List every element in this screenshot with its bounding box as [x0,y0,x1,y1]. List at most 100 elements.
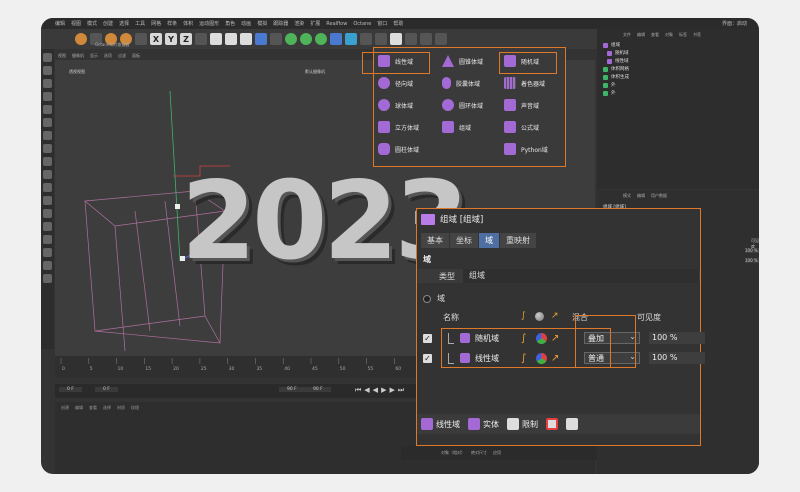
cube-icon[interactable] [255,33,267,45]
material-menu-item[interactable]: 材质 [117,405,125,411]
tool-icon[interactable] [43,222,52,231]
menu-item-python-field[interactable]: Python域 [504,138,548,160]
material-menu-item[interactable]: 编辑 [75,405,83,411]
menu-item[interactable]: 运动图形 [199,20,219,27]
visibility-value[interactable]: 100 % [745,258,759,263]
object-row[interactable]: 外 [597,81,759,89]
menu-item[interactable]: 窗口 [377,20,387,27]
tool-icon[interactable] [43,170,52,179]
menu-item-capsule-field[interactable]: 胶囊体域 [442,72,483,94]
array-icon[interactable] [300,33,312,45]
enable-checkbox[interactable]: ✓ [423,353,432,363]
menu-item-box-field[interactable]: 立方体域 [378,116,419,138]
z-axis-toggle[interactable]: Z [180,33,192,45]
menu-item[interactable]: 网格 [151,20,161,27]
menu-item[interactable]: 样条 [167,20,177,27]
field-icon[interactable] [330,33,342,45]
coord-system-icon[interactable] [195,33,207,45]
visibility-input[interactable]: 100 % [649,332,705,344]
floor-icon[interactable] [345,33,357,45]
menu-item[interactable]: Realflow [326,21,347,27]
menu-item[interactable]: 帮助 [393,20,403,27]
menu-item[interactable]: 模拟 [257,20,267,27]
object-menu-item[interactable]: 标签 [679,32,687,38]
workplane-icon[interactable] [420,33,432,45]
material-menu-item[interactable]: 创建 [61,405,69,411]
new-folder-button[interactable] [566,418,578,430]
object-row[interactable]: 线性域 [597,57,759,65]
pen-icon[interactable] [270,33,282,45]
object-menu-item[interactable]: 文件 [623,32,631,38]
tool-icon[interactable] [43,183,52,192]
tab-coord[interactable]: 坐标 [450,233,478,248]
object-menu-item[interactable]: 编辑 [637,32,645,38]
menu-item[interactable]: 视图 [71,20,81,27]
end-frame[interactable]: 90 F [279,387,305,392]
tool-icon[interactable] [43,235,52,244]
menu-item[interactable]: 角色 [225,20,235,27]
tool-icon[interactable] [43,66,52,75]
object-menu-item[interactable]: 对象 [665,32,673,38]
object-row[interactable]: 组域 [597,41,759,49]
tool-icon[interactable] [43,53,52,62]
tab-basic[interactable]: 基本 [421,233,449,248]
add-solid-layer-button[interactable]: 实体 [468,418,499,430]
tool-icon[interactable] [43,92,52,101]
add-icon[interactable] [135,33,147,45]
tool-icon[interactable] [43,131,52,140]
menu-item[interactable]: 渲染 [294,20,304,27]
apply-button[interactable]: 应用 [493,450,501,456]
menu-item[interactable]: 扩展 [310,20,320,27]
visibility-value[interactable]: 100 % [745,248,759,253]
attribute-menu-item[interactable]: 模式 [623,193,631,199]
material-menu-item[interactable]: 查看 [89,405,97,411]
object-row[interactable]: 随机域 [597,49,759,57]
menu-item[interactable]: 跟踪器 [273,20,288,27]
tab-remap[interactable]: 重映射 [500,233,536,248]
menu-item-shader-field[interactable]: 着色器域 [504,72,548,94]
tool-icon[interactable] [43,274,52,283]
current-frame[interactable]: 0 F [95,387,118,392]
tool-icon[interactable] [43,118,52,127]
tag-icon[interactable] [390,33,402,45]
menu-item[interactable]: 创建 [103,20,113,27]
menu-item-cylinder-field[interactable]: 圆柱体域 [378,138,419,160]
start-frame[interactable]: 0 F [59,387,82,392]
enable-checkbox[interactable]: ✓ [423,333,432,343]
snap-icon[interactable] [405,33,417,45]
object-menu-item[interactable]: 书签 [693,32,701,38]
light-icon[interactable] [375,33,387,45]
field-radio-button[interactable] [423,294,431,303]
x-axis-toggle[interactable]: X [150,33,162,45]
preview-end-frame[interactable]: 90 F [305,387,331,392]
menu-item-sound-field[interactable]: 声音域 [504,94,548,116]
menu-item[interactable]: 编辑 [55,20,65,27]
delete-layer-button[interactable] [546,418,558,430]
object-menu-item[interactable]: 查看 [651,32,659,38]
menu-item[interactable]: 体积 [183,20,193,27]
size-mode-select[interactable]: 绝对尺寸 [471,450,487,456]
menu-item-torus-field[interactable]: 圆环体域 [442,94,483,116]
playback-controls[interactable]: ⏮◀◀▶▶⏭ [355,386,407,395]
render-view-icon[interactable] [210,33,222,45]
menu-item[interactable]: Octane [353,21,371,27]
menu-item[interactable]: 工具 [135,20,145,27]
menu-item[interactable]: 选择 [119,20,129,27]
attribute-menu-item[interactable]: 用户数据 [651,193,667,199]
y-axis-toggle[interactable]: Y [165,33,177,45]
material-menu-item[interactable]: 纹理 [131,405,139,411]
tool-icon[interactable] [43,209,52,218]
camera-icon[interactable] [360,33,372,45]
add-clamp-button[interactable]: 限制 [507,418,538,430]
coord-mode-select[interactable]: 对象（相对） [441,450,465,456]
layout-label[interactable]: 界面：启动 [722,20,747,27]
grid-icon[interactable] [435,33,447,45]
undo-icon[interactable] [75,33,87,45]
object-row[interactable]: 外 [597,89,759,97]
tool-icon[interactable] [43,157,52,166]
tool-icon[interactable] [43,261,52,270]
tab-field[interactable]: 域 [479,233,499,248]
menu-item-group-field[interactable]: 组域 [442,116,483,138]
menu-item[interactable]: 模式 [87,20,97,27]
tool-icon[interactable] [43,196,52,205]
